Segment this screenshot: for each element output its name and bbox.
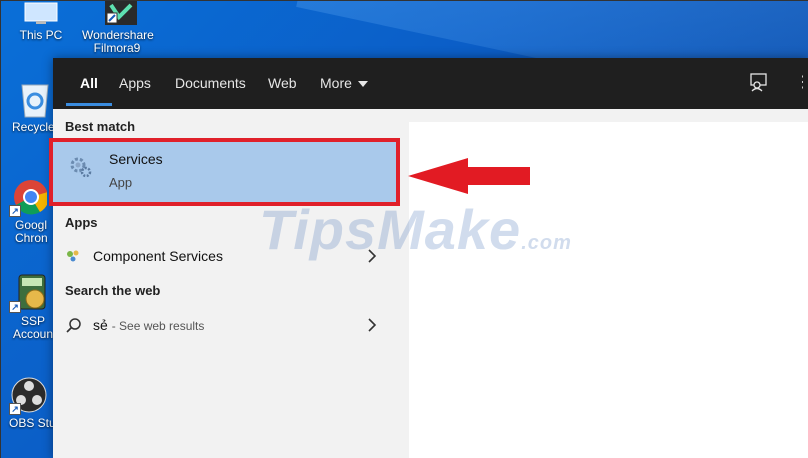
- component-services-icon: [65, 248, 81, 269]
- best-match-heading: Best match: [65, 119, 136, 134]
- feedback-icon[interactable]: [749, 72, 769, 92]
- tab-more[interactable]: More: [318, 58, 370, 109]
- chrome-icon: ↗: [7, 177, 49, 217]
- apps-heading: Apps: [65, 215, 98, 230]
- caret-down-icon: [357, 81, 368, 88]
- recycle-bin-icon: [18, 79, 54, 119]
- search-icon: [65, 317, 83, 340]
- chevron-right-icon[interactable]: [365, 317, 379, 333]
- desktop-icon-label: Recycle: [12, 120, 54, 134]
- red-highlight-box: [49, 138, 400, 206]
- obs-icon: ↗: [7, 375, 47, 415]
- list-item-web-search[interactable]: sẻ - See web results: [53, 308, 399, 342]
- desktop-icon-google-chrome[interactable]: ↗ Googl Chron: [1, 177, 53, 245]
- web-search-label: sẻ - See web results: [93, 317, 204, 333]
- web-results-hint: - See web results: [111, 319, 205, 333]
- shortcut-arrow-icon: ↗: [9, 205, 21, 217]
- desktop-icon-wondershare-filmora9[interactable]: Wondershare Filmora9: [82, 1, 154, 55]
- filmora-icon: [97, 1, 137, 27]
- shortcut-arrow-icon: ↗: [9, 301, 21, 313]
- more-options-icon[interactable]: ⋮: [795, 72, 803, 92]
- shortcut-arrow-icon: ↗: [9, 403, 21, 415]
- watermark-suffix: .com: [521, 232, 572, 254]
- tab-web[interactable]: Web: [266, 58, 299, 109]
- desktop-icon-ssp-accounting[interactable]: ↗ SSP Accoun: [1, 273, 53, 341]
- desktop-icon-label: Googl Chron: [15, 218, 48, 245]
- tab-apps[interactable]: Apps: [117, 58, 153, 109]
- search-web-heading: Search the web: [65, 283, 161, 298]
- calculator-icon: ↗: [7, 273, 47, 313]
- search-results-list: Best match Services App Apps Component S…: [49, 109, 400, 458]
- desktop-icon-recycle-bin[interactable]: Recycle: [4, 79, 54, 134]
- web-query: sẻ: [93, 317, 108, 333]
- watermark: TipsMake.com: [259, 197, 572, 262]
- list-item-label: Component Services: [93, 248, 223, 264]
- desktop-icon-label: Wondershare Filmora9: [82, 28, 154, 55]
- desktop-icon-this-pc[interactable]: This PC: [6, 1, 76, 42]
- desktop-icon-label: This PC: [19, 28, 63, 42]
- red-arrow-annotation: [406, 156, 532, 196]
- search-filter-bar: All Apps Documents Web More ⋮: [53, 58, 808, 109]
- watermark-text: TipsMake: [259, 198, 522, 261]
- tab-more-label: More: [320, 75, 352, 91]
- desktop-icon-label: SSP Accoun: [12, 314, 53, 341]
- desktop-icon-obs-studio[interactable]: ↗ OBS Stu: [1, 375, 53, 430]
- monitor-icon: [21, 1, 61, 27]
- tab-all[interactable]: All: [66, 58, 112, 109]
- desktop-icon-label: OBS Stu: [9, 416, 53, 430]
- tab-documents[interactable]: Documents: [173, 58, 248, 109]
